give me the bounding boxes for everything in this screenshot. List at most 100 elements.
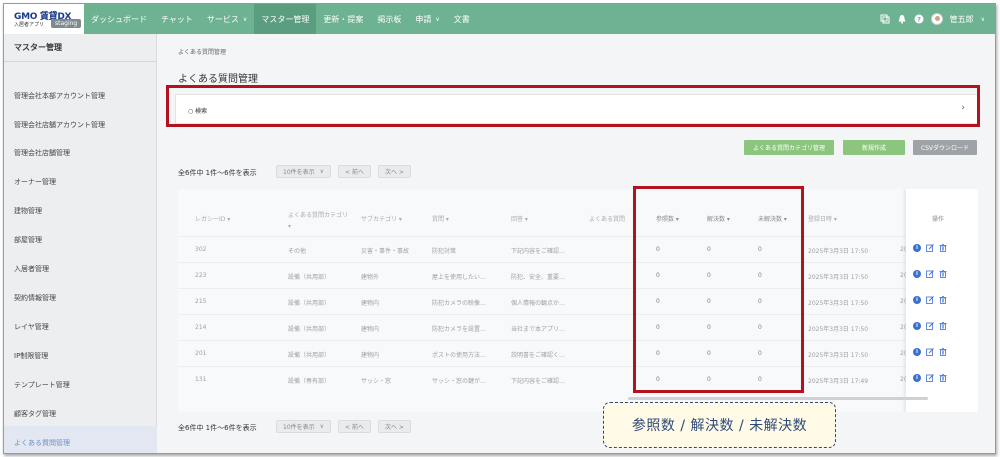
table-cell: 設備（共用部）	[288, 326, 331, 333]
help-icon[interactable]: ?	[914, 14, 924, 24]
table-cell: 屋上を使用したい…	[432, 274, 487, 281]
sidebar-item[interactable]: 部屋管理	[14, 235, 42, 245]
sidebar-item[interactable]: オーナー管理	[14, 177, 56, 187]
sort-icon: ▾	[832, 216, 837, 223]
result-count-bottom: 全6件中 1件～6件を表示	[178, 424, 257, 432]
info-icon[interactable]: i	[913, 270, 921, 278]
trash-icon[interactable]	[939, 244, 947, 252]
trash-icon[interactable]	[939, 322, 947, 330]
faq-category-button[interactable]: よくある質問カテゴリ管理	[744, 140, 834, 155]
app-logo[interactable]: GMO 賃貸DX 入居者アプリ staging	[4, 4, 84, 34]
sidebar-item[interactable]: テンプレート管理	[14, 380, 70, 390]
col-header[interactable]: よくある質問カテゴリ ▾	[288, 210, 350, 232]
info-icon[interactable]: i	[913, 374, 921, 382]
user-name[interactable]: 管五郎	[950, 14, 974, 25]
col-header[interactable]: 登録日時 ▾	[808, 214, 837, 223]
csv-download-button[interactable]: CSVダウンロード	[913, 140, 977, 155]
next-button[interactable]: 次へ >	[377, 420, 411, 433]
breadcrumb[interactable]: よくある質問管理	[178, 47, 226, 56]
sidebar-item[interactable]: レイヤ管理	[14, 322, 49, 332]
col-header[interactable]: よくある質問	[589, 214, 625, 223]
col-header-label: サブカテゴリ	[361, 216, 398, 223]
table-cell: 建物内	[361, 300, 380, 307]
logo-sub: 入居者アプリ	[14, 22, 45, 28]
sidebar-item[interactable]: 顧客タグ管理	[14, 409, 56, 419]
col-header[interactable]: 質問 ▾	[432, 214, 449, 223]
nav-item-label: マスター管理	[261, 14, 310, 24]
table-cell: 防犯対策	[432, 248, 457, 255]
trash-icon[interactable]	[939, 348, 947, 356]
info-icon[interactable]: i	[913, 244, 921, 252]
trash-icon[interactable]	[939, 270, 947, 278]
chevron-down-icon[interactable]: ∨	[981, 16, 985, 23]
new-button[interactable]: 新規作成	[843, 140, 905, 155]
nav-item[interactable]: サービス ∨	[200, 4, 254, 34]
col-header[interactable]: サブカテゴリ ▾	[361, 214, 402, 223]
table-cell: 下記内容をご確認…	[511, 378, 566, 385]
table-cell: 防犯、安全、重要…	[511, 274, 566, 281]
table-row[interactable]: 215 設備（共用部） 建物内 防犯カメラの映像… 個人情報の観点か… 0 0 0 2025年3…	[178, 288, 978, 314]
bell-icon[interactable]	[897, 14, 907, 24]
table-cell: 2025年3月3日 17:49	[808, 378, 869, 385]
window-icon[interactable]	[880, 14, 890, 24]
sidebar-item[interactable]: 建物管理	[14, 206, 42, 216]
nav-item[interactable]: 掲示板	[370, 4, 408, 34]
edit-icon[interactable]	[926, 244, 934, 252]
nav-item[interactable]: 申請 ∨	[408, 4, 446, 34]
info-icon[interactable]: i	[913, 348, 921, 356]
next-button[interactable]: 次へ >	[377, 165, 411, 178]
horizontal-scrollbar[interactable]	[628, 397, 928, 400]
table-cell: 設備（専有部）	[288, 378, 331, 385]
table-row[interactable]: 214 設備（共用部） 建物内 防犯カメラを設置… 当社まで本アプリ… 0 0 0 2025年3…	[178, 314, 978, 340]
result-count-top: 全6件中 1件～6件を表示	[178, 169, 257, 177]
edit-icon[interactable]	[926, 374, 934, 382]
prev-button[interactable]: < 前へ	[338, 165, 371, 178]
pagination-top: 10件を表示 ∨ < 前へ 次へ >	[276, 165, 411, 178]
table-cell: その他	[288, 248, 307, 255]
sidebar-item[interactable]: 入居者管理	[14, 264, 49, 274]
table-cell: 214	[195, 324, 207, 331]
nav-item-label: 申請	[415, 14, 432, 24]
nav-item[interactable]: ダッシュボード	[84, 4, 154, 34]
edit-icon[interactable]	[926, 270, 934, 278]
avatar[interactable]	[930, 13, 943, 25]
nav-item[interactable]: チャット	[154, 4, 200, 34]
sidebar-item[interactable]: 契約情報管理	[14, 293, 56, 303]
per-page-select[interactable]: 10件を表示 ∨	[276, 165, 332, 178]
per-page-select[interactable]: 10件を表示 ∨	[276, 420, 332, 433]
trash-icon[interactable]	[939, 374, 947, 382]
row-actions: i	[913, 270, 947, 278]
faq-table: レガシーID ▾ よくある質問カテゴリ ▾ サブカテゴリ ▾ 質問 ▾ 回答 ▾ よくある…	[178, 189, 978, 412]
info-icon[interactable]: i	[913, 322, 921, 330]
table-cell: 当社まで本アプリ…	[511, 326, 566, 333]
sidebar-item[interactable]: IP制限管理	[14, 351, 48, 361]
table-row[interactable]: 131 設備（専有部） サッシ・窓 サッシ・窓の鍵が… 下記内容をご確認… 0 0 0 2025…	[178, 366, 978, 392]
info-icon[interactable]: i	[913, 296, 921, 304]
callout-label: 参照数 / 解決数 / 未解決数	[603, 402, 836, 448]
table-row[interactable]: 223 設備（共用部） 建物外 屋上を使用したい… 防犯、安全、重要… 0 0 0 2025年3…	[178, 262, 978, 288]
sidebar-item[interactable]: 管理会社本部アカウント管理	[14, 91, 105, 101]
table-row[interactable]: 201 設備（共用部） 建物内 ポストの使用方法… 説明書をご確認く… 0 0 0 2025年3…	[178, 340, 978, 366]
nav-item[interactable]: 更新・提案	[316, 4, 370, 34]
table-cell: ポストの使用方法…	[432, 352, 487, 359]
edit-icon[interactable]	[926, 322, 934, 330]
sidebar-item[interactable]: 管理会社店舗アカウント管理	[14, 120, 105, 130]
nav-item[interactable]: マスター管理	[254, 4, 317, 34]
trash-icon[interactable]	[939, 296, 947, 304]
edit-icon[interactable]	[926, 296, 934, 304]
sidebar-item[interactable]: 管理会社店舗管理	[14, 148, 70, 158]
chevron-down-icon: ∨	[242, 15, 248, 23]
table-cell: 223	[195, 272, 207, 279]
col-header[interactable]: レガシーID ▾	[195, 214, 230, 223]
table-row[interactable]: 302 その他 災害・事件・事故 防犯対策 下記内容をご確認… 0 0 0 2025年3月3日 …	[178, 236, 978, 262]
nav-item-label: 文書	[453, 14, 470, 24]
table-cell: 災害・事件・事故	[361, 248, 410, 255]
sort-icon: ▾	[523, 216, 528, 223]
prev-button[interactable]: < 前へ	[338, 420, 371, 433]
nav-item[interactable]: 文書	[447, 4, 477, 34]
edit-icon[interactable]	[926, 348, 934, 356]
col-header[interactable]: 回答 ▾	[511, 214, 528, 223]
table-cell: 2025年3月3日 17:50	[808, 326, 869, 333]
sort-icon: ▾	[225, 216, 231, 223]
sidebar-item[interactable]: よくある質問管理	[14, 438, 70, 448]
